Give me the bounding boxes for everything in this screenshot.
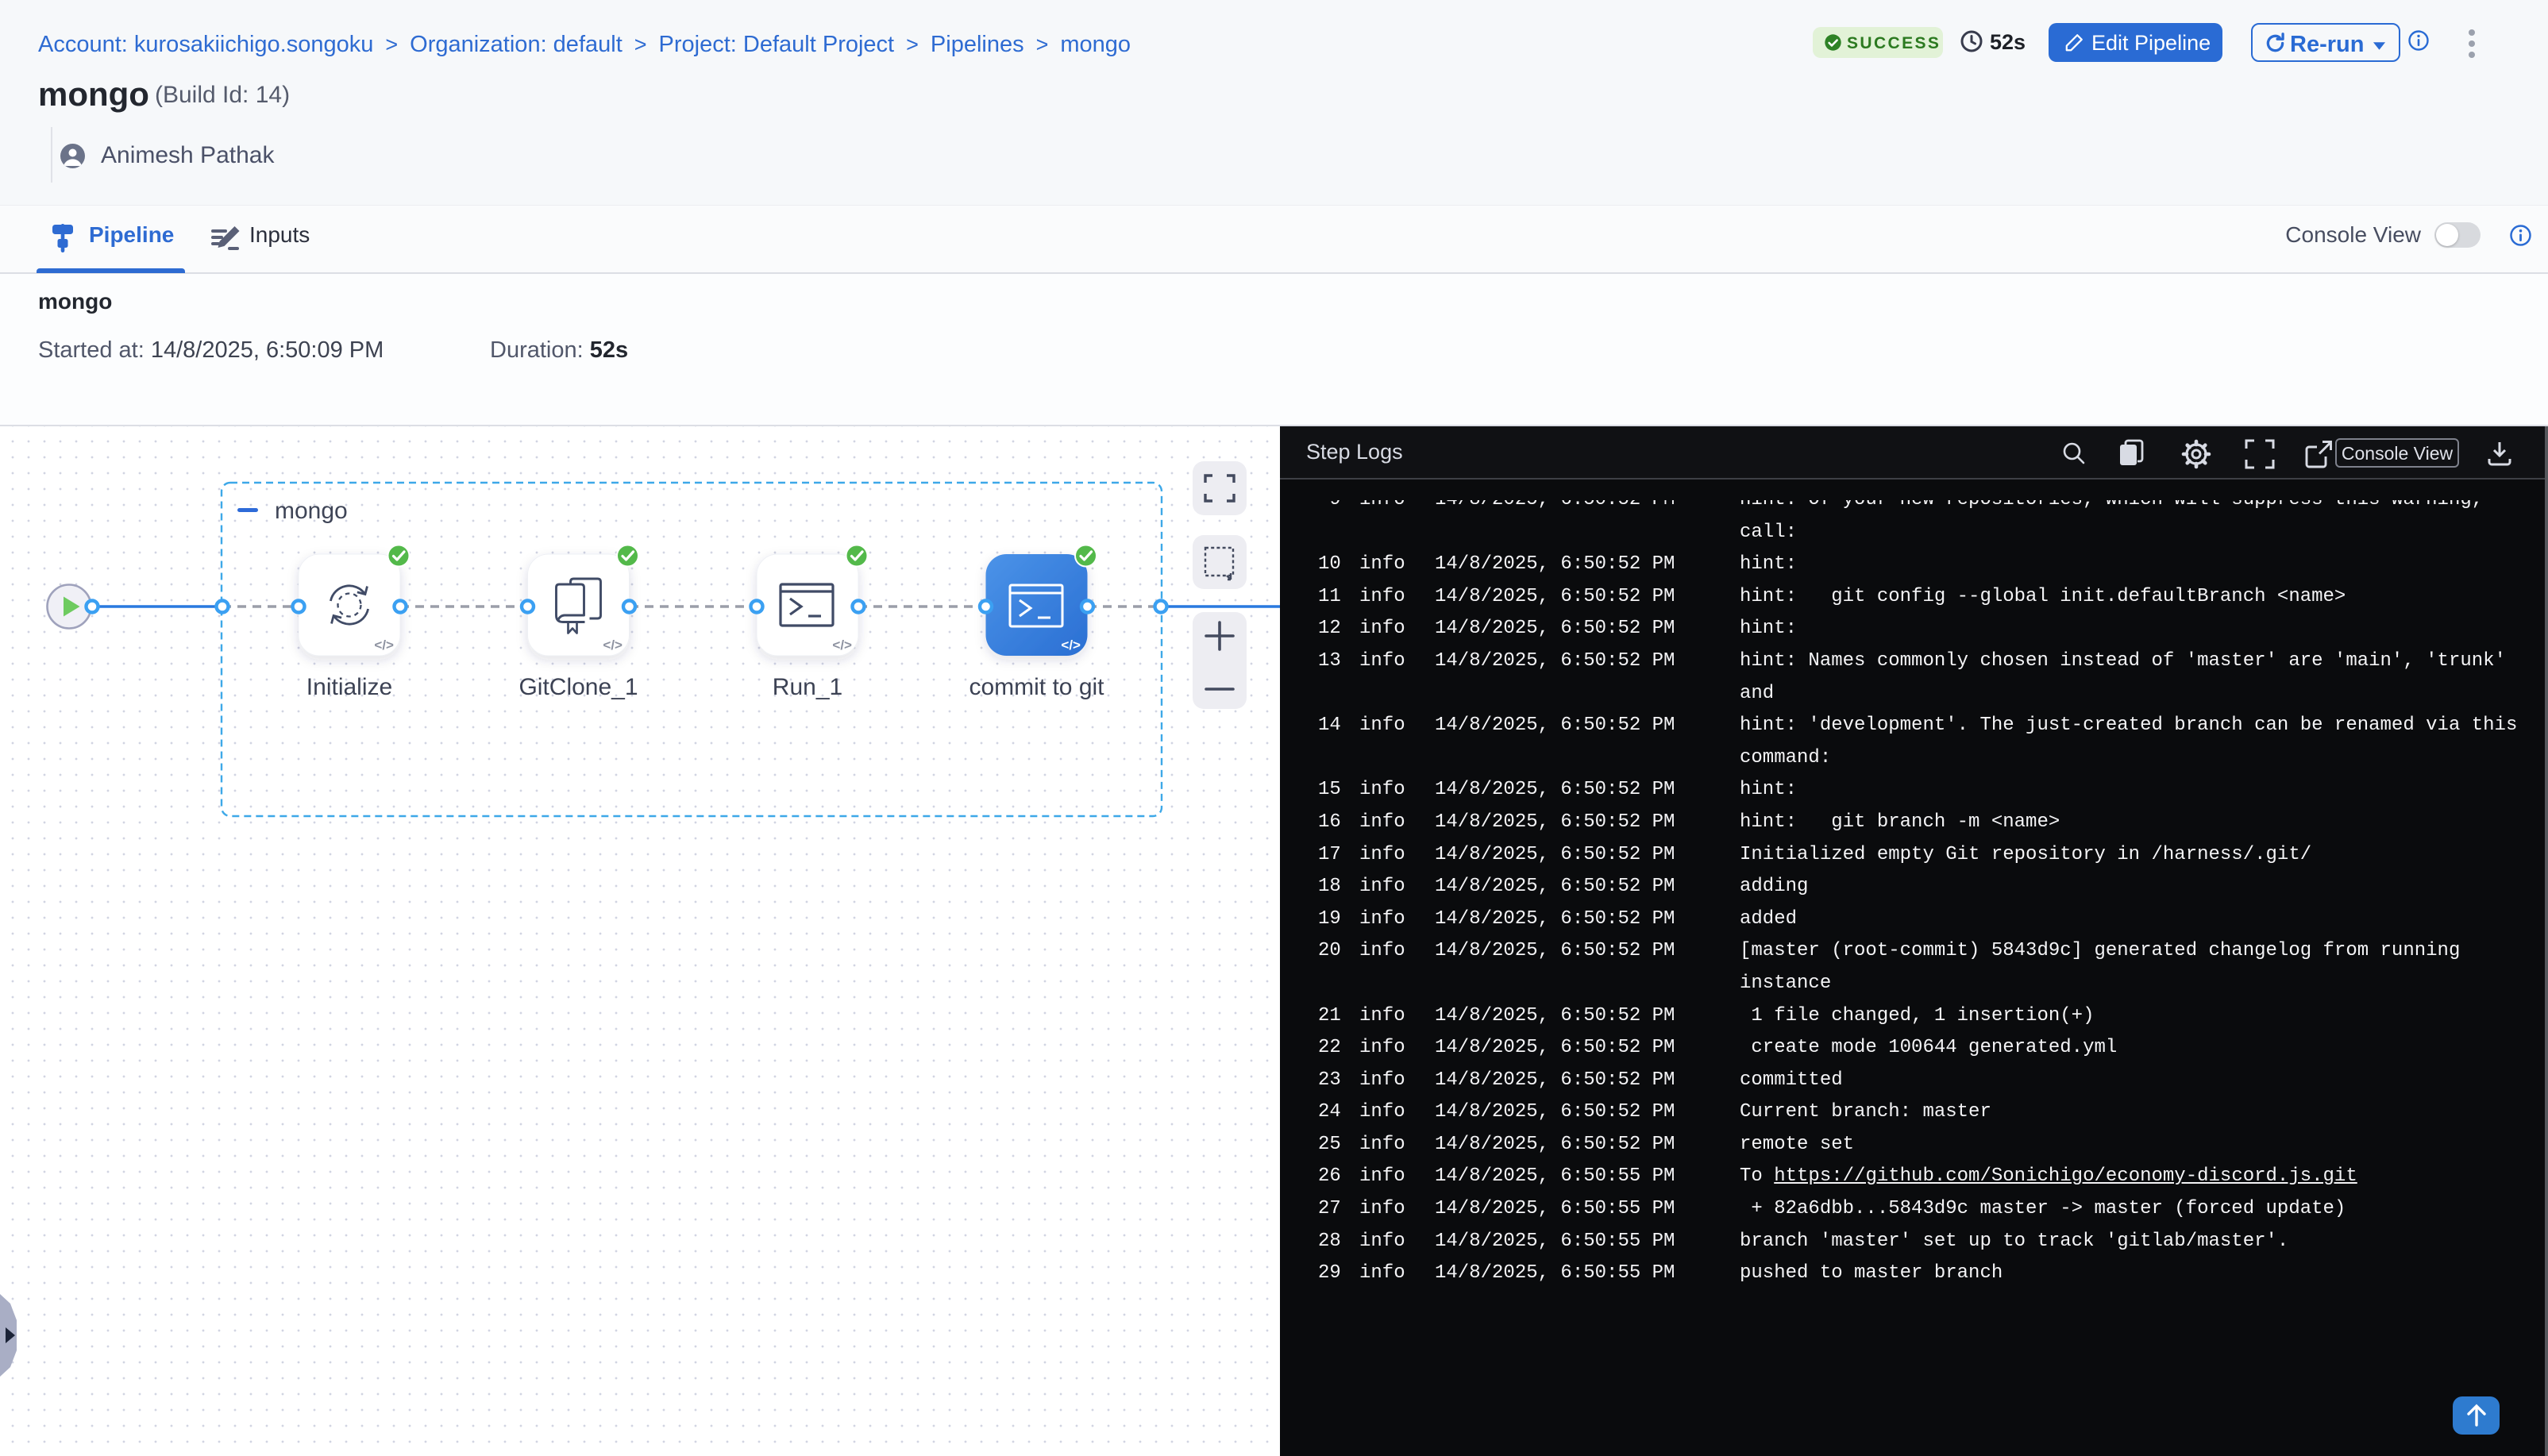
svg-text:mongo: mongo [275,498,348,524]
svg-text:</>: </> [603,637,623,653]
svg-text:</>: </> [832,637,852,653]
svg-text:GitClone_1: GitClone_1 [518,674,638,700]
svg-text:commit to git: commit to git [969,674,1104,700]
svg-text:Run_1: Run_1 [773,674,842,700]
svg-text:</>: </> [374,637,394,653]
svg-text:Initialize: Initialize [306,674,392,700]
svg-text:</>: </> [1061,637,1081,653]
